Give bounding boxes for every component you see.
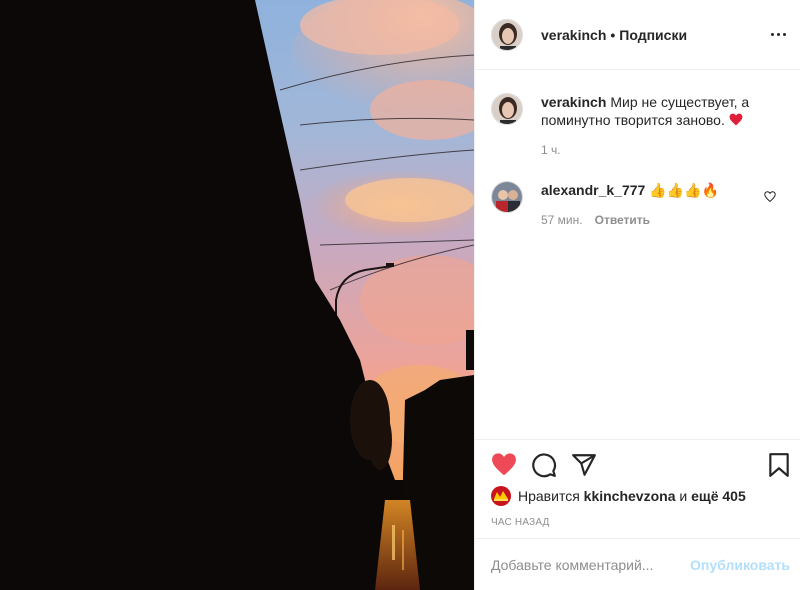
comment-input[interactable] [491,556,691,573]
caption-meta: 1 ч. [541,143,784,157]
bookmark-icon[interactable] [766,452,792,478]
heart-filled-icon[interactable] [491,452,517,478]
caption-comment: verakinch Мир не существует, а поминутно … [491,93,784,157]
red-heart-emoji-icon [729,113,743,126]
more-options-icon[interactable] [766,22,790,46]
likes-and: и [679,488,688,504]
post-actions: Нравится kkinchevzona и ещё 405 ЧАС НАЗА… [475,439,800,589]
heart-outline-icon[interactable] [764,191,776,203]
comment-meta: 57 мин. Ответить [541,213,784,227]
reply-button[interactable]: Ответить [595,213,650,227]
caption-text: verakinch Мир не существует, а поминутно … [541,93,784,129]
author-username[interactable]: verakinch [541,27,606,43]
liker-avatar[interactable] [491,486,511,506]
likes-line: Нравится kkinchevzona и ещё 405 [491,486,784,506]
commenter-avatar[interactable] [491,181,523,213]
action-buttons [491,452,792,478]
paper-plane-icon[interactable] [571,452,597,478]
liker-username[interactable]: kkinchevzona [584,488,676,504]
caption-username[interactable]: verakinch [541,94,606,110]
post-header: verakinch • Подписки [475,0,800,70]
post-photo[interactable] [0,0,474,590]
add-comment-bar: Опубликовать [475,538,800,590]
follow-status[interactable]: Подписки [619,27,687,43]
separator-dot: • [610,26,616,43]
post-time[interactable]: ЧАС НАЗАД [491,517,550,528]
publish-button[interactable]: Опубликовать [690,557,790,573]
likes-prefix: Нравится [518,488,580,504]
author-avatar-small[interactable] [491,93,523,125]
comment-body: 👍👍👍🔥 [649,182,720,198]
caption-time[interactable]: 1 ч. [541,143,561,157]
author-avatar[interactable] [491,18,523,51]
post-side-panel: verakinch • Подписки verakinch Мир не сущес… [474,0,800,590]
author-line: verakinch • Подписки [541,27,687,43]
comment-time[interactable]: 57 мин. [541,213,583,227]
likes-others-link[interactable]: ещё 405 [691,488,746,504]
comment-item: alexandr_k_777 👍👍👍🔥 57 мин. Ответить [491,181,784,227]
commenter-username[interactable]: alexandr_k_777 [541,182,645,198]
comments-list: verakinch Мир не существует, а поминутно … [475,71,800,439]
comment-bubble-icon[interactable] [531,452,557,478]
comment-text: alexandr_k_777 👍👍👍🔥 [541,181,784,199]
